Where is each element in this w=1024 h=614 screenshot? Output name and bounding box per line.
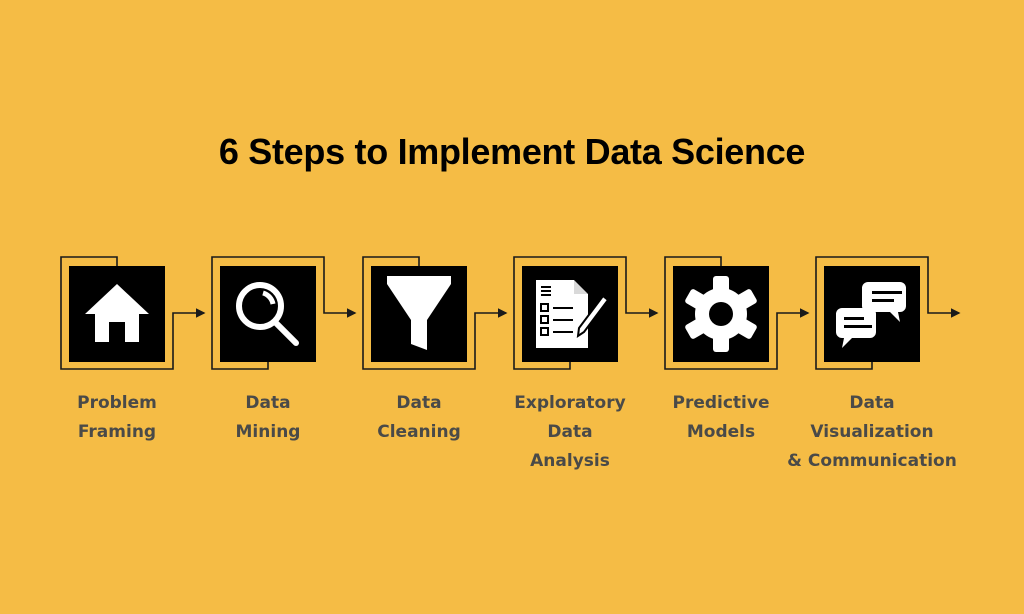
step-label-line: Exploratory [514,393,626,413]
step-node [211,256,357,370]
step-label-line: Data [547,422,593,442]
step-node [815,256,961,370]
step-label-line: Data [245,393,291,413]
step-label-line: Analysis [530,451,610,471]
step-label: Exploratory Data Analysis [485,389,655,476]
step-node [362,256,508,370]
step-label-line: Mining [235,422,301,442]
step-label: Problem Framing [32,389,202,447]
step-label-line: & Communication [787,451,957,471]
step-label: Predictive Models [636,389,806,447]
step-label-line: Visualization [810,422,934,442]
step-label-line: Predictive [672,393,770,413]
step-label-line: Models [686,422,756,442]
process-flow-diagram [60,256,961,370]
step-box [220,266,316,362]
step-label-line: Data [396,393,442,413]
step-label: Data Mining [183,389,353,447]
step-label-line: Framing [77,422,157,442]
step-node [60,256,206,370]
step-node [664,256,810,370]
step-label-line: Data [849,393,895,413]
step-label: Data Visualization & Communication [787,389,957,476]
step-label: Data Cleaning [334,389,504,447]
step-label-line: Cleaning [377,422,461,442]
step-node [513,256,659,370]
step-label-line: Problem [77,393,157,413]
